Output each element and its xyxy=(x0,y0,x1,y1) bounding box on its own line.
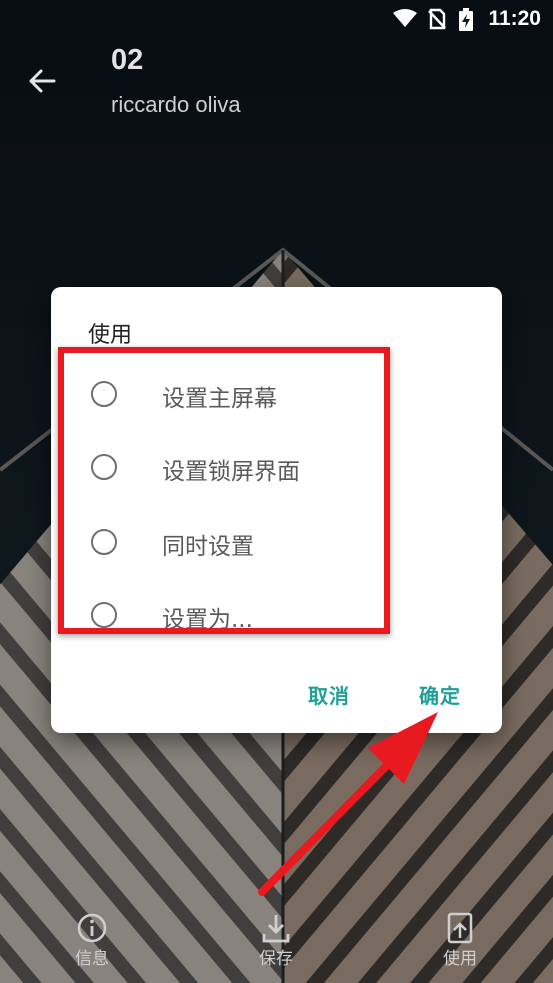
apply-button[interactable]: 使用 xyxy=(415,900,505,983)
save-label: 保存 xyxy=(259,949,293,969)
download-icon xyxy=(262,915,290,943)
save-button[interactable]: 保存 xyxy=(231,900,321,983)
annotation-arrow xyxy=(258,712,438,896)
info-label: 信息 xyxy=(75,949,109,969)
info-icon xyxy=(77,913,107,943)
info-button[interactable]: 信息 xyxy=(47,900,137,983)
bottom-action-bar: 信息 保存 使用 xyxy=(0,900,553,983)
apply-wallpaper-icon xyxy=(447,912,473,944)
apply-label: 使用 xyxy=(443,949,477,969)
